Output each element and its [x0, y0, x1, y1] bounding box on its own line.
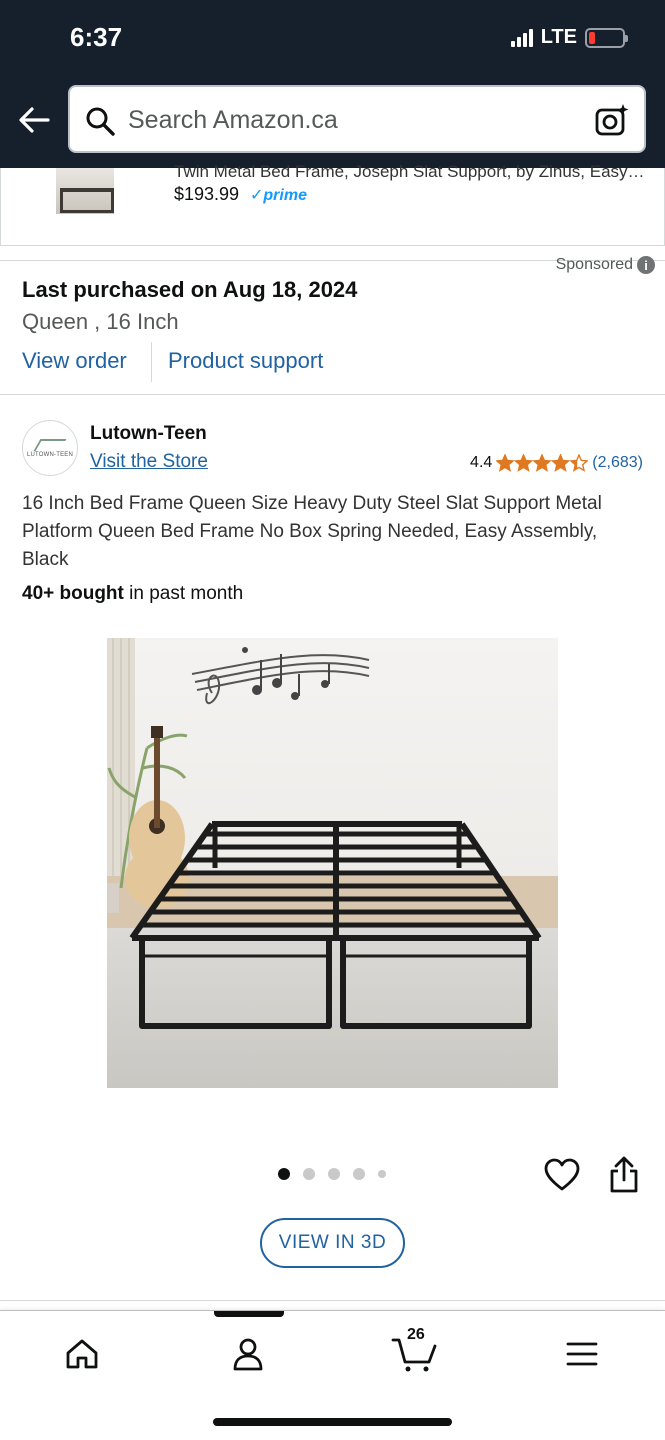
purchased-variant: Queen , 16 Inch	[22, 309, 179, 334]
bought-in-past-month: 40+ bought in past month	[22, 583, 243, 605]
signal-icon	[510, 28, 533, 47]
rating[interactable]: 4.4 (2,683)	[470, 454, 643, 472]
network-label: LTE	[540, 26, 577, 48]
previous-product-thumbnail	[56, 168, 114, 214]
previous-product-price: $193.99	[174, 184, 240, 204]
sponsored-text: Sponsored	[555, 256, 633, 273]
top-bar: 6:37 LTE	[0, 0, 665, 168]
carousel-dot[interactable]	[328, 1168, 340, 1180]
star-rating-icon	[496, 454, 589, 472]
heart-icon[interactable]	[544, 1158, 580, 1192]
view-order-link[interactable]: View order	[22, 348, 127, 374]
brand-logo[interactable]: LUTOWN-TEEN	[22, 420, 78, 476]
rating-value: 4.4	[470, 454, 493, 471]
star-outline	[569, 454, 589, 472]
product-title[interactable]: 16 Inch Bed Frame Queen Size Heavy Duty …	[22, 490, 647, 574]
product-image[interactable]	[107, 638, 558, 1088]
review-count: (2,683)	[592, 454, 643, 471]
home-icon	[66, 1339, 98, 1369]
menu-icon	[566, 1342, 598, 1366]
visit-store-link[interactable]: Visit the Store	[90, 451, 208, 473]
back-arrow-icon[interactable]	[16, 102, 52, 138]
active-tab-indicator	[214, 1311, 284, 1317]
link-separator	[151, 342, 152, 382]
battery-icon	[585, 27, 628, 48]
carousel-dot[interactable]	[378, 1170, 386, 1178]
search-box[interactable]	[68, 85, 646, 153]
bed-frame-illustration	[107, 638, 558, 1088]
info-icon: i	[637, 256, 655, 274]
tab-menu[interactable]	[552, 1329, 612, 1379]
bought-count: 40+ bought	[22, 583, 124, 604]
view-in-3d-button[interactable]: VIEW IN 3D	[260, 1218, 405, 1268]
brand-logo-roof	[33, 438, 67, 451]
brand-name: Lutown-Teen	[90, 423, 207, 444]
prime-badge: ✓prime	[250, 187, 307, 204]
tab-home[interactable]	[52, 1329, 112, 1379]
brand-logo-text: LUTOWN-TEEN	[26, 451, 74, 458]
sponsored-label[interactable]: Sponsored i	[556, 256, 655, 274]
cart-count-badge: 26	[407, 1326, 425, 1343]
status-time: 6:37	[70, 22, 123, 52]
carousel-dot[interactable]	[303, 1168, 315, 1180]
tab-account[interactable]	[218, 1329, 278, 1379]
status-indicators: LTE	[510, 26, 628, 49]
home-indicator	[213, 1418, 452, 1426]
previous-product-title: Twin Metal Bed Frame, Joseph Slat Suppor…	[174, 162, 645, 181]
image-carousel-dots[interactable]	[278, 1168, 386, 1180]
search-input[interactable]	[128, 103, 568, 137]
last-purchased-text: Last purchased on Aug 18, 2024	[22, 277, 358, 302]
search-icon	[86, 107, 115, 136]
product-support-link[interactable]: Product support	[168, 348, 323, 374]
share-icon[interactable]	[608, 1156, 640, 1194]
carousel-dot[interactable]	[353, 1168, 365, 1180]
camera-search-icon[interactable]	[594, 102, 630, 138]
section-divider-bottom	[0, 1300, 665, 1301]
carousel-dot[interactable]	[278, 1168, 290, 1180]
bought-suffix: in past month	[123, 583, 244, 604]
previous-product-card[interactable]: Twin Metal Bed Frame, Joseph Slat Suppor…	[0, 162, 665, 246]
account-icon	[233, 1338, 263, 1371]
purchase-divider	[0, 394, 665, 395]
